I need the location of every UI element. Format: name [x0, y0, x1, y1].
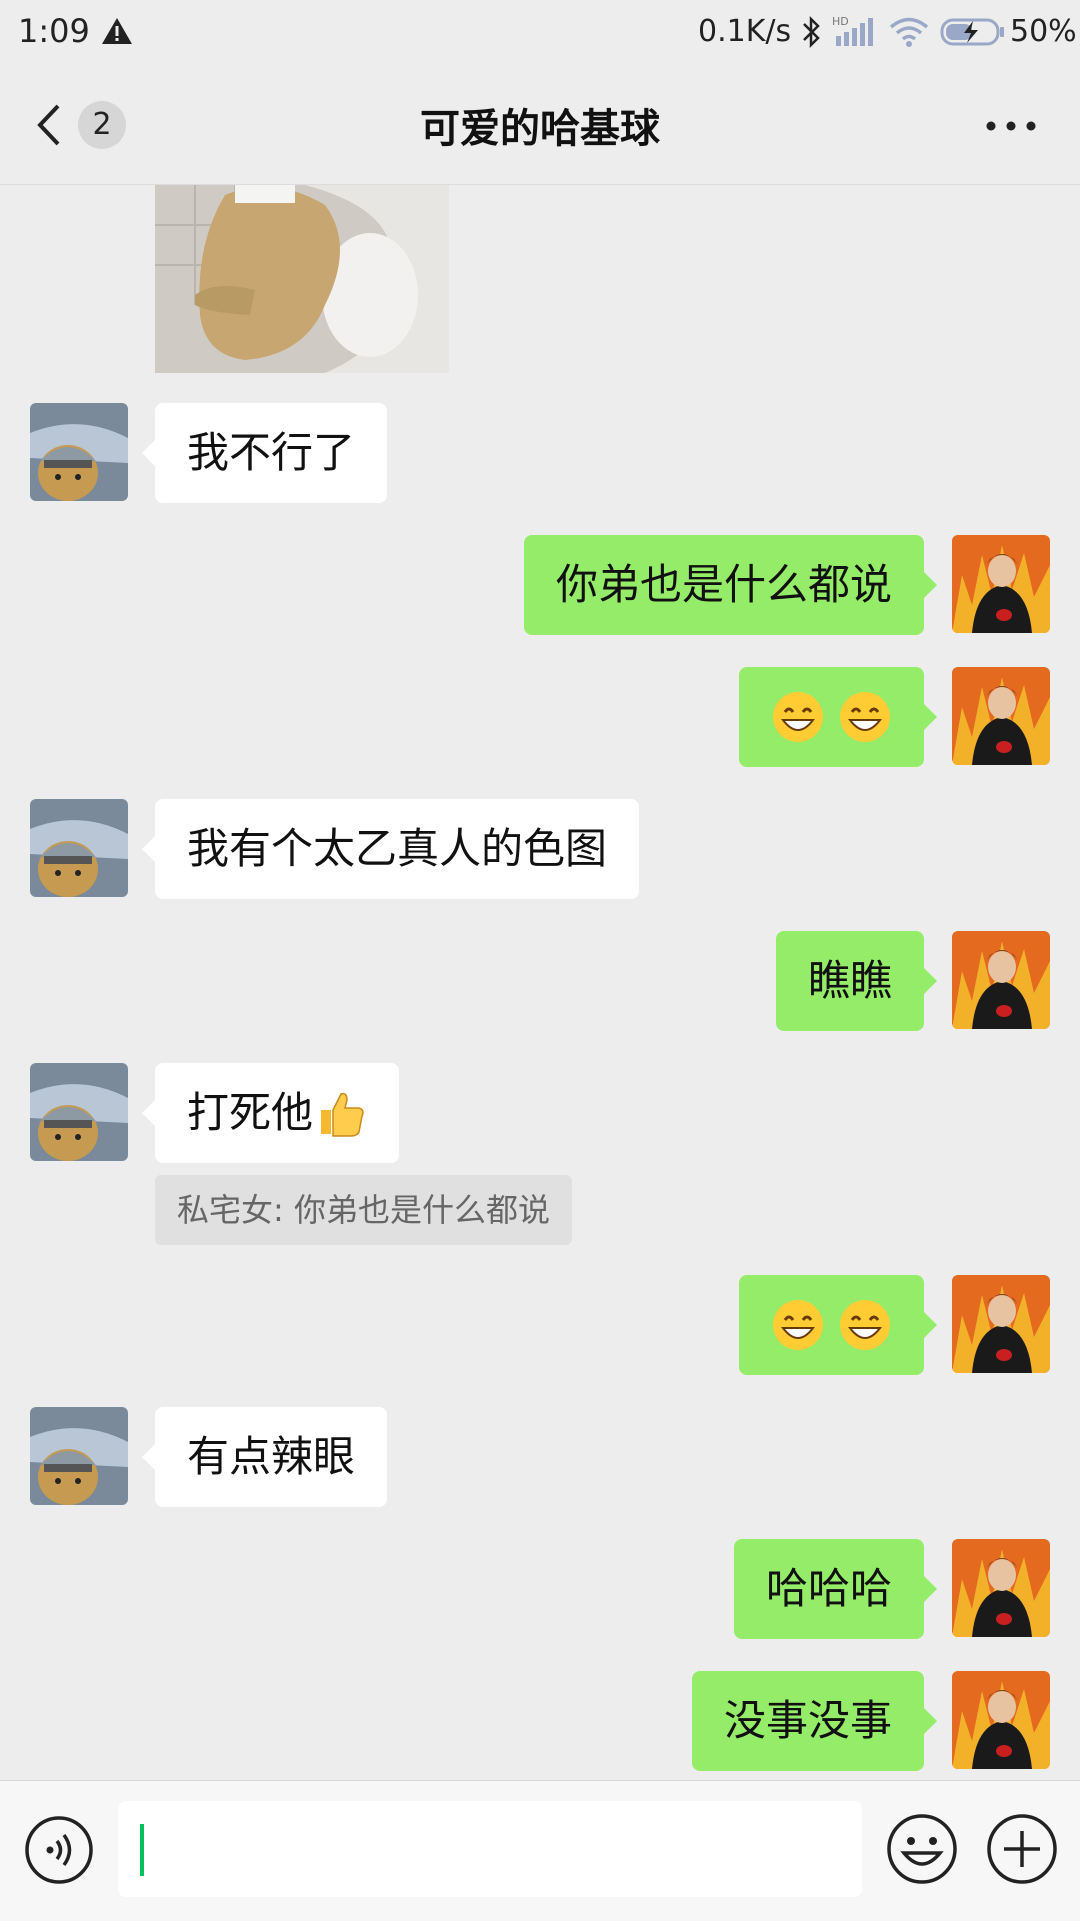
- contact-avatar[interactable]: [30, 403, 128, 501]
- anime-avatar-image: [952, 1539, 1050, 1637]
- message-text: 我有个太乙真人的色图: [187, 824, 608, 873]
- anime-avatar-image: [952, 535, 1050, 633]
- chat-title: 可爱的哈基球: [420, 106, 660, 152]
- status-bar: 1:09 0.1K/s HD 50%: [0, 0, 1080, 66]
- message-bubble-sent[interactable]: 哈哈哈: [733, 1539, 938, 1639]
- network-speed: 0.1K/s: [698, 14, 792, 49]
- message-bubble-received[interactable]: 有点辣眼: [141, 1407, 388, 1507]
- smiley-icon[interactable]: [886, 1813, 958, 1885]
- grin-emoji: [772, 691, 823, 742]
- my-avatar[interactable]: [952, 667, 1050, 765]
- cat-avatar-image: [30, 403, 128, 501]
- message-bubble-received[interactable]: 我有个太乙真人的色图: [141, 799, 640, 899]
- hd-signal-icon: HD: [832, 15, 873, 46]
- anime-avatar-image: [952, 1275, 1050, 1373]
- input-bar: [0, 1780, 1080, 1921]
- message-bubble-sent[interactable]: [738, 1275, 938, 1375]
- battery-charging-icon: [940, 18, 1004, 46]
- my-avatar[interactable]: [952, 1539, 1050, 1637]
- message-text: 打死他: [187, 1088, 314, 1137]
- message-list[interactable]: 我不行了 你弟也是什么都说 我有个太乙真人的色图 瞧瞧 打死他 私宅女: 你弟也…: [0, 185, 1080, 1780]
- message-bubble-sent[interactable]: [738, 667, 938, 767]
- svg-text:HD: HD: [832, 15, 849, 28]
- anime-avatar-image: [952, 931, 1050, 1029]
- battery-level: 50%: [1010, 14, 1077, 49]
- my-avatar[interactable]: [952, 535, 1050, 633]
- text-cursor: [140, 1824, 144, 1876]
- cat-avatar-image: [30, 1407, 128, 1505]
- message-bubble-sent[interactable]: 没事没事: [691, 1671, 938, 1771]
- plus-icon[interactable]: [986, 1813, 1058, 1885]
- message-text: 没事没事: [723, 1696, 892, 1745]
- message-text: 有点辣眼: [187, 1432, 356, 1481]
- bluetooth-icon: [803, 15, 820, 49]
- contact-avatar[interactable]: [30, 1407, 128, 1505]
- cat-avatar-image: [30, 1063, 128, 1161]
- my-avatar[interactable]: [952, 1671, 1050, 1769]
- more-dots-icon[interactable]: [985, 116, 1037, 136]
- wifi-icon: [889, 17, 929, 47]
- anime-avatar-image: [952, 1671, 1050, 1769]
- message-bubble-received[interactable]: 打死他: [141, 1063, 400, 1163]
- dog-photo-image: [155, 185, 449, 373]
- contact-avatar[interactable]: [30, 1063, 128, 1161]
- alert-icon: [102, 18, 132, 44]
- message-bubble-sent[interactable]: 瞧瞧: [775, 931, 938, 1031]
- message-text: 瞧瞧: [807, 956, 892, 1005]
- message-text: 我不行了: [187, 428, 356, 477]
- chat-header: 2 可爱的哈基球: [0, 66, 1080, 185]
- cat-avatar-image: [30, 799, 128, 897]
- grin-emoji: [840, 1299, 890, 1350]
- anime-avatar-image: [952, 667, 1050, 765]
- message-text: 你弟也是什么都说: [555, 560, 892, 609]
- my-avatar[interactable]: [952, 1275, 1050, 1373]
- grin-emoji: [840, 691, 890, 742]
- image-message[interactable]: [155, 185, 449, 373]
- message-input[interactable]: [118, 1801, 862, 1897]
- grin-emoji: [772, 1299, 823, 1350]
- thumbs-up-emoji: [321, 1092, 364, 1137]
- voice-icon[interactable]: [24, 1815, 94, 1885]
- quoted-message[interactable]: 私宅女: 你弟也是什么都说: [155, 1175, 572, 1245]
- message-bubble-received[interactable]: 我不行了: [141, 403, 388, 503]
- message-bubble-sent[interactable]: 你弟也是什么都说: [523, 535, 938, 635]
- message-text: 哈哈哈: [765, 1564, 892, 1613]
- contact-avatar[interactable]: [30, 799, 128, 897]
- my-avatar[interactable]: [952, 931, 1050, 1029]
- status-time: 1:09: [18, 12, 90, 50]
